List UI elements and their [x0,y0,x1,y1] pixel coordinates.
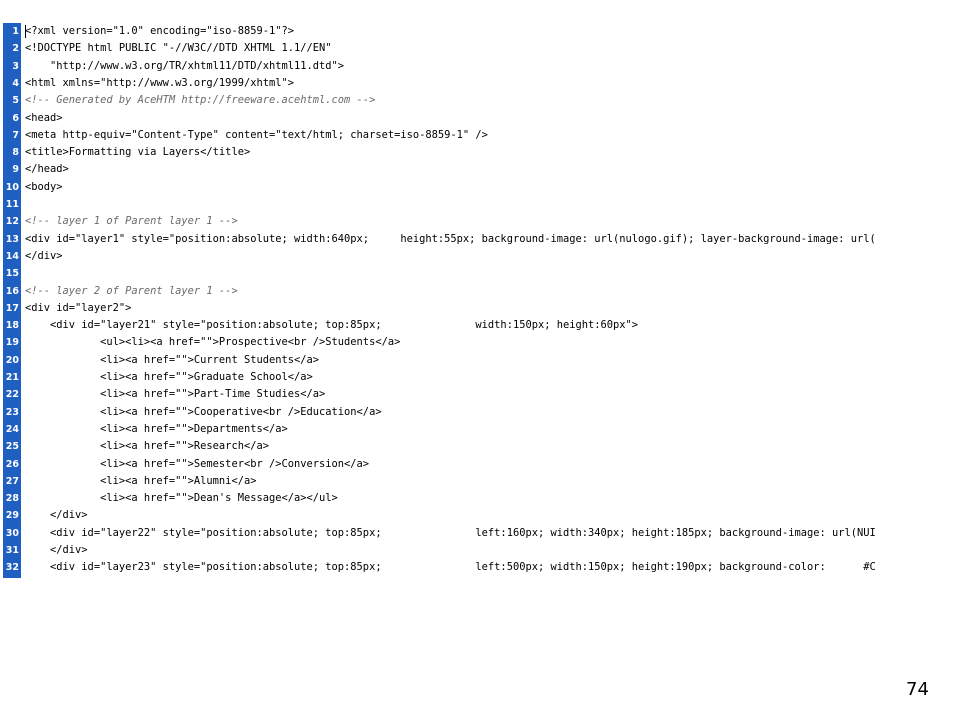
code-line[interactable]: 26 <li><a href="">Semester<br />Conversi… [3,456,937,473]
code-text: <li><a href="">Graduate School</a> [25,371,313,383]
code-line[interactable]: 11 [3,196,937,213]
code-line[interactable]: 20 <li><a href="">Current Students</a> [3,352,937,369]
code-line[interactable]: 9 </head> [3,161,937,178]
line-number: 15 [5,268,19,280]
code-text: </div> [25,509,88,522]
line-number: 29 [5,510,19,522]
code-line[interactable]: 23 <li><a href="">Cooperative<br />Educa… [3,404,937,421]
code-line[interactable]: 21 <li><a href="">Graduate School</a> [3,369,937,386]
line-number: 20 [5,354,19,366]
page-number: 74 [906,679,929,700]
line-number: 17 [5,302,19,314]
code-line[interactable]: 24 <li><a href="">Departments</a> [3,421,937,438]
code-text: <div id="layer22" style="position:absolu… [25,526,876,539]
code-text: </div> [25,544,88,556]
code-line[interactable]: 30 <div id="layer22" style="position:abs… [3,525,937,542]
code-text: <?xml version="1.0" encoding="iso-8859-1… [25,25,294,37]
code-text: <head> [25,111,63,124]
line-number: 13 [5,233,19,245]
line-number: 14 [5,250,19,262]
line-number: 27 [5,475,19,487]
code-line[interactable]: 1 <?xml version="1.0" encoding="iso-8859-… [3,23,937,40]
code-text: <li><a href="">Research</a> [25,440,269,453]
line-number: 22 [5,389,19,401]
code-text: <li><a href="">Departments</a> [25,422,288,435]
line-number: 30 [5,527,19,539]
code-line[interactable]: 5 <!-- Generated by AceHTM http://freewar… [3,92,937,109]
code-text: </head> [25,163,69,176]
line-number: 28 [5,493,19,505]
code-text: <li><a href="">Part-Time Studies</a> [25,388,326,401]
code-line[interactable]: 31 </div> [3,542,937,559]
line-number: 21 [5,372,19,383]
line-number: 7 [12,129,19,141]
code-text: <ul><li><a href="">Prospective<br />Stud… [25,336,401,349]
code-text: <title>Formatting via Layers</title> [25,146,251,159]
line-number: 16 [5,285,19,297]
line-number: 18 [5,320,19,332]
line-number: 12 [5,216,19,228]
code-text: <li><a href="">Dean's Message</a></ul> [25,492,338,505]
line-number: 6 [12,112,19,124]
line-number: 24 [5,423,19,435]
line-number: 32 [5,562,19,574]
code-line[interactable]: 27 <li><a href="">Alumni</a> [3,473,937,490]
line-number: 4 [12,77,19,89]
code-line[interactable]: 15 [3,265,937,282]
code-text: <div id="layer1" style="position:absolut… [25,232,876,245]
line-number: 5 [12,95,19,107]
line-number: 2 [12,43,19,55]
code-line[interactable]: 8 <title>Formatting via Layers</title> [3,144,937,161]
line-number: 19 [5,337,19,349]
code-text: <!DOCTYPE html PUBLIC "-//W3C//DTD XHTML… [25,42,332,55]
code-line[interactable]: 10 <body> [3,179,937,196]
code-text: <li><a href="">Current Students</a> [25,353,320,366]
line-number: 3 [12,60,19,72]
code-line[interactable]: 29 </div> [3,507,937,524]
code-line[interactable]: 13 <div id="layer1" style="position:absol… [3,231,937,248]
code-text: <meta http-equiv="Content-Type" content=… [25,128,488,141]
code-line[interactable]: 25 <li><a href="">Research</a> [3,438,937,455]
line-number: 11 [5,199,19,210]
code-text: <li><a href="">Alumni</a> [25,474,257,487]
line-number: 10 [5,181,19,193]
code-text: <li><a href="">Semester<br />Conversion<… [25,457,370,470]
line-number: 23 [5,406,19,418]
line-number: 8 [12,147,19,159]
code-comment: <!-- Generated by AceHTM http://freeware… [25,94,376,107]
code-line[interactable]: 28 <li><a href="">Dean's Message</a></ul… [3,490,937,507]
line-number: 31 [5,545,19,556]
code-line[interactable]: 17 <div id="layer2"> [3,300,937,317]
code-line[interactable]: 7 <meta http-equiv="Content-Type" content… [3,127,937,144]
code-line[interactable]: 3 "http://www.w3.org/TR/xhtml11/DTD/xhtm… [3,58,937,75]
code-line[interactable]: 2 <!DOCTYPE html PUBLIC "-//W3C//DTD XHTM… [3,40,937,57]
line-number: 26 [5,458,19,470]
code-line[interactable]: 22 <li><a href="">Part-Time Studies</a> [3,386,937,403]
code-text: <body> [25,180,63,193]
code-text: <div id="layer21" style="position:absolu… [25,319,639,332]
code-text: <div id="layer2"> [25,301,132,314]
line-number: 1 [12,26,19,37]
code-line[interactable]: 16 <!-- layer 2 of Parent layer 1 --> [3,283,937,300]
code-text: "http://www.w3.org/TR/xhtml11/DTD/xhtml1… [25,59,345,72]
line-number: 25 [5,441,19,453]
code-line[interactable]: 18 <div id="layer21" style="position:abs… [3,317,937,334]
code-text: <html xmlns="http://www.w3.org/1999/xhtm… [25,76,294,89]
code-text: <div id="layer23" style="position:absolu… [25,561,876,574]
text-cursor [25,25,26,38]
code-editor[interactable]: 1 <?xml version="1.0" encoding="iso-8859-… [3,23,937,578]
code-comment: <!-- layer 1 of Parent layer 1 --> [25,215,238,228]
code-line[interactable]: 4 <html xmlns="http://www.w3.org/1999/xht… [3,75,937,92]
code-line[interactable]: 12 <!-- layer 1 of Parent layer 1 --> [3,213,937,230]
code-line[interactable]: 19 <ul><li><a href="">Prospective<br />S… [3,334,937,351]
code-line[interactable]: 32 <div id="layer23" style="position:abs… [3,559,937,576]
code-line[interactable]: 6 <head> [3,110,937,127]
line-number: 9 [12,164,19,176]
code-text: <li><a href="">Cooperative<br />Educatio… [25,405,382,418]
code-comment: <!-- layer 2 of Parent layer 1 --> [25,284,238,297]
code-text: </div> [25,249,63,262]
code-line[interactable]: 14 </div> [3,248,937,265]
